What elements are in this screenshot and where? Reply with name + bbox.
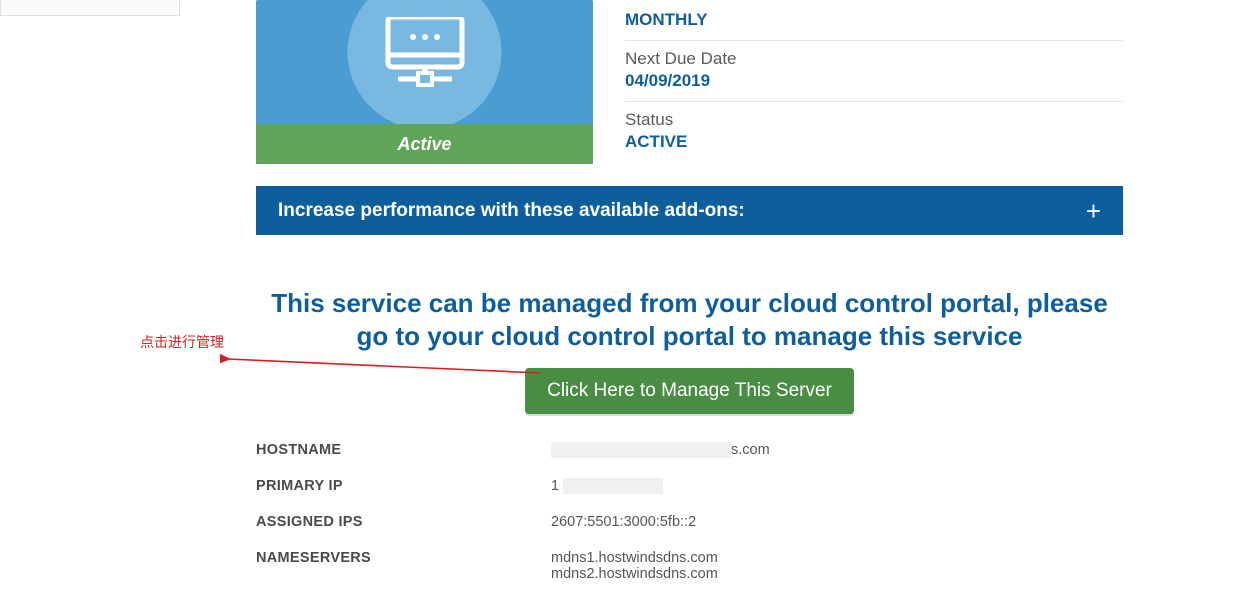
info-billing-cycle: MONTHLY xyxy=(625,0,1123,41)
detail-hostname-value: s.com xyxy=(551,442,770,458)
main-content: Active MONTHLY Next Due Date 04/09/2019 … xyxy=(256,0,1123,592)
redacted-block xyxy=(563,478,663,494)
detail-nameservers-value: mdns1.hostwindsdns.com mdns2.hostwindsdn… xyxy=(551,550,718,582)
detail-primary-ip: PRIMARY IP 1 xyxy=(256,468,1123,504)
redacted-block xyxy=(551,442,731,458)
detail-nameservers-label: NAMESERVERS xyxy=(256,550,551,582)
info-status: Status ACTIVE xyxy=(625,102,1123,162)
service-summary-row: Active MONTHLY Next Due Date 04/09/2019 … xyxy=(256,0,1123,164)
detail-primary-ip-prefix: 1 xyxy=(551,478,559,494)
info-list: MONTHLY Next Due Date 04/09/2019 Status … xyxy=(625,0,1123,164)
detail-hostname: HOSTNAME s.com xyxy=(256,432,1123,468)
info-billing-cycle-value: MONTHLY xyxy=(625,10,1123,30)
info-status-value: ACTIVE xyxy=(625,132,1123,152)
server-icon xyxy=(256,0,593,124)
detail-assigned-ips-label: ASSIGNED IPS xyxy=(256,514,551,530)
plus-icon: + xyxy=(1086,198,1101,224)
annotation-text: 点击进行管理 xyxy=(140,332,224,352)
manage-server-button[interactable]: Click Here to Manage This Server xyxy=(525,368,854,414)
status-card-footer: Active xyxy=(256,124,593,164)
info-status-label: Status xyxy=(625,110,1123,130)
info-next-due-label: Next Due Date xyxy=(625,49,1123,69)
sidebar-box xyxy=(0,0,180,16)
detail-assigned-ips-value: 2607:5501:3000:5fb::2 xyxy=(551,514,696,530)
server-details: HOSTNAME s.com PRIMARY IP 1 ASSIGNED IPS… xyxy=(256,432,1123,592)
detail-hostname-suffix: s.com xyxy=(731,442,770,458)
info-next-due: Next Due Date 04/09/2019 xyxy=(625,41,1123,102)
status-card-status: Active xyxy=(397,134,451,155)
addons-expand-bar[interactable]: Increase performance with these availabl… xyxy=(256,186,1123,235)
detail-assigned-ips: ASSIGNED IPS 2607:5501:3000:5fb::2 xyxy=(256,504,1123,540)
detail-primary-ip-label: PRIMARY IP xyxy=(256,478,551,494)
detail-primary-ip-value: 1 xyxy=(551,478,663,494)
detail-nameservers: NAMESERVERS mdns1.hostwindsdns.com mdns2… xyxy=(256,540,1123,592)
manage-notice: This service can be managed from your cl… xyxy=(256,287,1123,352)
nameserver-1: mdns1.hostwindsdns.com xyxy=(551,550,718,566)
nameserver-2: mdns2.hostwindsdns.com xyxy=(551,566,718,582)
addons-bar-text: Increase performance with these availabl… xyxy=(278,200,745,222)
info-next-due-value: 04/09/2019 xyxy=(625,71,1123,91)
status-card: Active xyxy=(256,0,593,164)
detail-hostname-label: HOSTNAME xyxy=(256,442,551,458)
manage-button-wrap: Click Here to Manage This Server xyxy=(256,368,1123,414)
